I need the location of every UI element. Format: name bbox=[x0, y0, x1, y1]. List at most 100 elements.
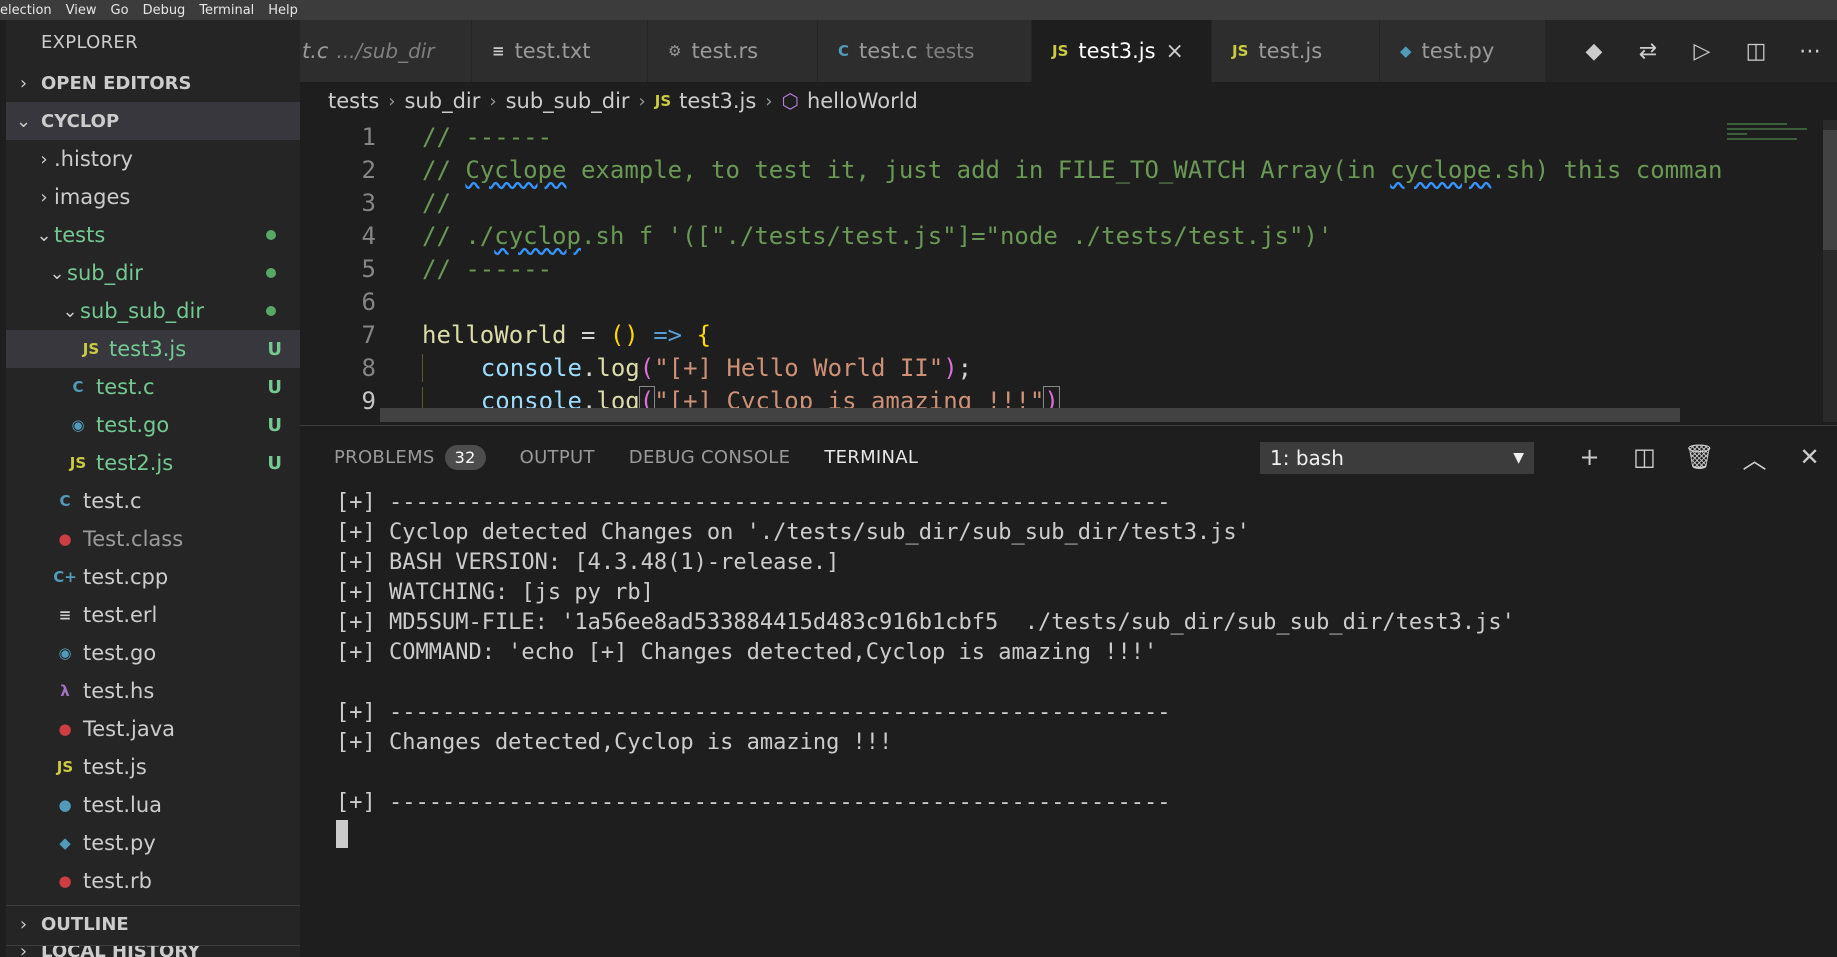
tree-item-label: test.js bbox=[83, 755, 147, 779]
split-terminal-icon[interactable]: ◫ bbox=[1617, 443, 1672, 471]
tree-item[interactable]: ● test.lua bbox=[6, 786, 300, 824]
tree-item-label: .history bbox=[54, 147, 133, 171]
local-history-section[interactable]: › LOCAL HISTORY bbox=[6, 945, 300, 957]
tree-item[interactable]: ● Test.java bbox=[6, 710, 300, 748]
horizontal-scrollbar[interactable] bbox=[380, 408, 1680, 422]
tab-test3-js[interactable]: JS test3.js × bbox=[1032, 20, 1212, 82]
tree-item[interactable]: ◆ test.py bbox=[6, 824, 300, 862]
tab-output-label: OUTPUT bbox=[519, 446, 595, 468]
tree-item[interactable]: ● test.rb bbox=[6, 862, 300, 900]
tree-item[interactable]: Ctest.c bbox=[6, 482, 300, 520]
tree-item-label: test.lua bbox=[83, 793, 163, 817]
menu-selection[interactable]: election bbox=[0, 3, 52, 18]
file-type-icon: ● bbox=[58, 530, 72, 548]
tree-item-label: Test.class bbox=[83, 527, 184, 551]
menu-bar: election View Go Debug Terminal Help bbox=[0, 0, 1837, 20]
chevron-up-icon[interactable]: ︿ bbox=[1727, 440, 1782, 475]
breadcrumb-file[interactable]: test3.js bbox=[679, 89, 756, 113]
tab-t-c[interactable]: t.c .../sub_dir bbox=[300, 20, 472, 82]
tab-test-c[interactable]: Ctest.c tests bbox=[818, 20, 1032, 82]
problems-count-badge: 32 bbox=[444, 444, 486, 470]
tab-label: test.rs bbox=[691, 39, 759, 63]
code-editor[interactable]: 1 // ------ 2 // Cyclope example, to tes… bbox=[300, 120, 1837, 422]
minimap[interactable] bbox=[1727, 120, 1819, 220]
breadcrumb-tests[interactable]: tests bbox=[328, 89, 379, 113]
open-editors-section[interactable]: › OPEN EDITORS bbox=[6, 64, 300, 102]
tree-item[interactable]: JS test3.js U bbox=[6, 330, 300, 368]
line-number: 7 bbox=[361, 320, 376, 349]
outline-section[interactable]: › OUTLINE bbox=[6, 905, 300, 943]
git-icon[interactable]: ◆ bbox=[1567, 39, 1621, 64]
menu-go[interactable]: Go bbox=[111, 3, 129, 18]
code-text: // ------ bbox=[422, 122, 553, 151]
tree-item[interactable]: C+ test.cpp bbox=[6, 558, 300, 596]
tree-item[interactable]: ⌄ sub_dir bbox=[6, 254, 300, 292]
tree-item-label: test.hs bbox=[83, 679, 155, 703]
tree-item-label: test.py bbox=[83, 831, 156, 855]
tree-item[interactable]: ● Test.class bbox=[6, 520, 300, 558]
tab-label: test.js bbox=[1258, 39, 1323, 63]
tab-terminal[interactable]: TERMINAL bbox=[824, 447, 918, 468]
tab-problems[interactable]: PROBLEMS 32 bbox=[334, 444, 486, 470]
scrollbar-thumb[interactable] bbox=[1823, 130, 1837, 250]
close-icon[interactable]: ✕ bbox=[1782, 443, 1837, 471]
code-line: 4 // ./cyclop.sh f '(["./tests/test.js"]… bbox=[300, 219, 1837, 252]
tab-output[interactable]: OUTPUT bbox=[520, 447, 595, 468]
tree-item[interactable]: JS test.js bbox=[6, 748, 300, 786]
menu-view[interactable]: View bbox=[66, 3, 97, 18]
tree-item[interactable]: λ test.hs bbox=[6, 672, 300, 710]
tab-list: t.c .../sub_dir ≡ test.txt ⚙ test.rs Ctest.c te… bbox=[300, 20, 1546, 82]
more-icon[interactable]: ⋯ bbox=[1783, 39, 1837, 64]
code-line: 8 console.log("[+] Hello World II"); bbox=[300, 351, 1837, 384]
tree-item[interactable]: › images bbox=[6, 178, 300, 216]
tab-debug-console[interactable]: DEBUG CONSOLE bbox=[629, 447, 791, 468]
terminal-select[interactable]: 1: bash ▼ bbox=[1260, 442, 1534, 474]
open-editors-label: OPEN EDITORS bbox=[41, 72, 192, 94]
plus-icon[interactable]: + bbox=[1562, 443, 1617, 471]
tree-item[interactable]: ◉ test.go bbox=[6, 634, 300, 672]
close-icon[interactable]: × bbox=[1166, 39, 1184, 64]
tree-item-label: tests bbox=[54, 223, 106, 247]
git-status-badge: U bbox=[267, 452, 282, 474]
tab-test-js[interactable]: JS test.js bbox=[1212, 20, 1380, 82]
file-type-icon: ◉ bbox=[58, 644, 72, 662]
compare-icon[interactable]: ⇄ bbox=[1621, 39, 1675, 64]
tree-item[interactable]: ⌄ sub_sub_dir bbox=[6, 292, 300, 330]
menu-debug[interactable]: Debug bbox=[143, 3, 186, 18]
file-type-icon: C bbox=[59, 492, 71, 510]
tree-item-label: sub_dir bbox=[67, 261, 143, 285]
breadcrumb-symbol[interactable]: helloWorld bbox=[807, 89, 918, 113]
tab-debug-console-label: DEBUG CONSOLE bbox=[628, 446, 791, 468]
terminal-output[interactable]: [+] ------------------------------------… bbox=[300, 488, 1837, 848]
modified-dot-icon bbox=[266, 230, 276, 240]
tree-item[interactable]: Ctest.c U bbox=[6, 368, 300, 406]
file-type-icon: ● bbox=[58, 796, 72, 814]
tree-item[interactable]: JS test2.js U bbox=[6, 444, 300, 482]
vscode-window: election View Go Debug Terminal Help EXP… bbox=[0, 0, 1837, 957]
tree-item[interactable]: › .history bbox=[6, 140, 300, 178]
run-icon[interactable]: ▷ bbox=[1675, 39, 1729, 64]
chevron-down-icon: ⌄ bbox=[62, 300, 78, 322]
tab-test-py[interactable]: ◆ test.py bbox=[1380, 20, 1546, 82]
menu-terminal[interactable]: Terminal bbox=[199, 3, 254, 18]
breadcrumb-sub-sub-dir[interactable]: sub_sub_dir bbox=[506, 89, 630, 113]
tree-item[interactable]: ≡ test.erl bbox=[6, 596, 300, 634]
tree-item-label: sub_sub_dir bbox=[80, 299, 204, 323]
code-text: helloWorld = () => { bbox=[422, 320, 712, 349]
tree-item[interactable]: ⌄ tests bbox=[6, 216, 300, 254]
menu-help[interactable]: Help bbox=[268, 3, 298, 18]
split-icon[interactable]: ◫ bbox=[1729, 39, 1783, 64]
tree-item[interactable]: ◉ test.go U bbox=[6, 406, 300, 444]
trash-icon[interactable]: 🗑 bbox=[1672, 443, 1727, 471]
vertical-scrollbar[interactable] bbox=[1823, 120, 1837, 422]
breadcrumb-sub-dir[interactable]: sub_dir bbox=[404, 89, 480, 113]
tab-test-rs[interactable]: ⚙ test.rs bbox=[648, 20, 818, 82]
tab-test-txt[interactable]: ≡ test.txt bbox=[472, 20, 648, 82]
terminal-line: [+] ------------------------------------… bbox=[336, 790, 1171, 815]
cyclop-section[interactable]: ⌄ CYCLOP bbox=[6, 102, 300, 140]
file-type-icon: JS bbox=[1232, 42, 1249, 60]
file-type-icon: ◆ bbox=[59, 834, 71, 852]
file-tree: › .history › images ⌄ tests ⌄ sub_dir ⌄ sub_sub_d… bbox=[6, 140, 300, 900]
terminal-line: [+] COMMAND: 'echo [+] Changes detected,… bbox=[336, 640, 1158, 665]
line-number: 9 bbox=[361, 386, 376, 415]
